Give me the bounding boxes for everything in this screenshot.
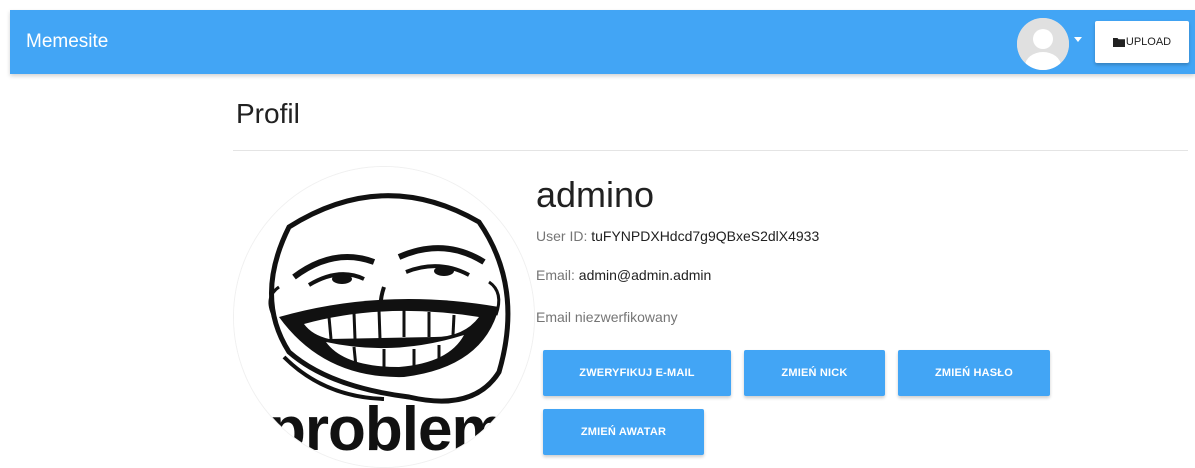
chevron-down-icon[interactable] <box>1074 37 1082 42</box>
user-id-value: tuFYNPDXHdcd7g9QBxeS2dlX4933 <box>591 228 820 244</box>
change-password-button[interactable]: ZMIEŃ HASŁO <box>898 350 1050 396</box>
avatar-caption: problem? <box>268 399 534 464</box>
change-avatar-button[interactable]: ZMIEŃ AWATAR <box>543 409 704 455</box>
change-nick-button[interactable]: ZMIEŃ NICK <box>744 350 885 396</box>
email-status: Email niezwerfikowany <box>536 309 678 325</box>
top-navbar: Memesite UPLOAD <box>10 10 1195 74</box>
brand-link[interactable]: Memesite <box>26 31 108 53</box>
avatar-placeholder-icon <box>1017 18 1069 70</box>
profile-avatar: problem? <box>233 166 535 468</box>
email-value: admin@admin.admin <box>578 267 712 283</box>
username: admino <box>536 174 655 215</box>
title-divider <box>233 150 1188 151</box>
upload-button[interactable]: UPLOAD <box>1095 21 1189 63</box>
verify-email-button[interactable]: ZWERYFIKUJ E-MAIL <box>543 350 731 396</box>
avatar-caption-area: problem? <box>234 399 534 467</box>
email-row: Email: admin@admin.admin <box>536 267 711 283</box>
user-id-row: User ID: tuFYNPDXHdcd7g9QBxeS2dlX4933 <box>536 228 819 244</box>
page-title: Profil <box>236 98 300 129</box>
email-label: Email: <box>536 267 575 283</box>
folder-icon <box>1112 38 1125 47</box>
user-avatar-menu[interactable] <box>1017 18 1069 70</box>
upload-label: UPLOAD <box>1125 36 1172 48</box>
user-id-label: User ID: <box>536 228 588 244</box>
